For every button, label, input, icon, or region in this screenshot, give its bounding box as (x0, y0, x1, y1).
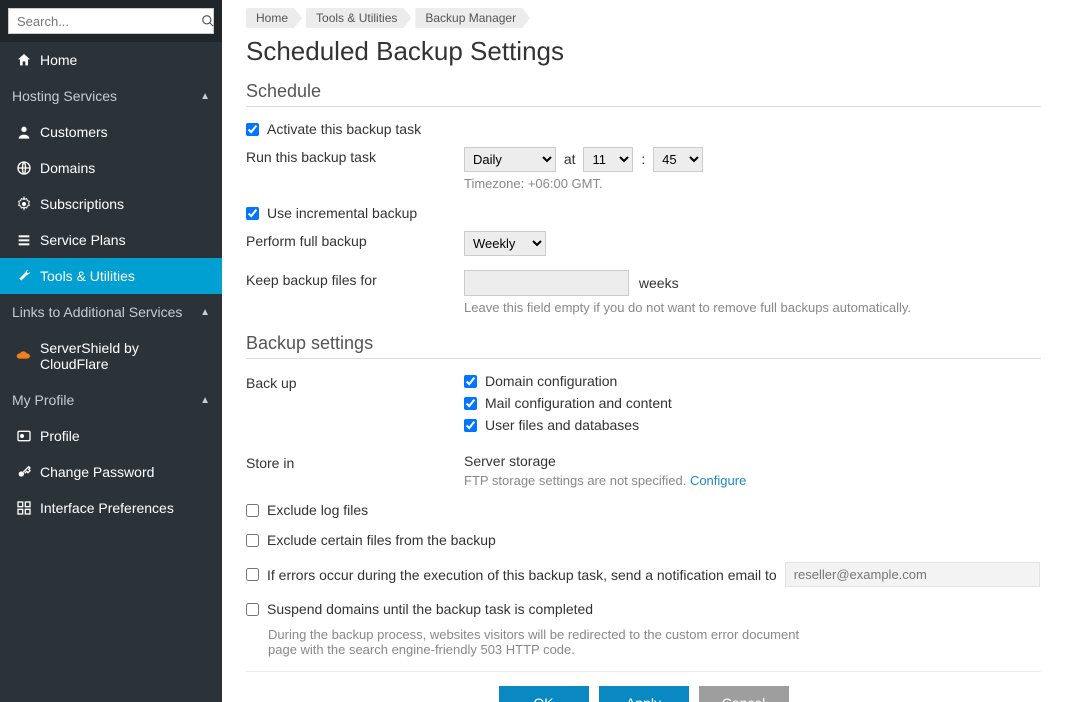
nav-section-hosting[interactable]: Hosting Services ▲ (0, 78, 222, 114)
nav-change-password[interactable]: Change Password (0, 454, 222, 490)
keep-weeks-input[interactable] (464, 270, 629, 296)
page-title: Scheduled Backup Settings (246, 36, 1041, 67)
exclude-log-checkbox[interactable] (246, 504, 259, 517)
nav-profile[interactable]: Profile (0, 418, 222, 454)
keep-label: Keep backup files for (246, 270, 464, 288)
nav-home-label: Home (40, 52, 210, 68)
timezone-hint: Timezone: +06:00 GMT. (464, 176, 1041, 191)
crumb-home[interactable]: Home (246, 8, 302, 28)
nav-section-links[interactable]: Links to Additional Services ▲ (0, 294, 222, 330)
breadcrumb: Home Tools & Utilities Backup Manager (246, 0, 1041, 34)
chevron-up-icon: ▲ (200, 91, 210, 102)
hour-select[interactable]: 11 (583, 147, 633, 172)
nav-subscriptions[interactable]: Subscriptions (0, 186, 222, 222)
search-input[interactable] (9, 14, 201, 29)
nav-interface-prefs[interactable]: Interface Preferences (0, 490, 222, 526)
configure-link[interactable]: Configure (690, 473, 746, 488)
full-backup-label: Perform full backup (246, 231, 464, 249)
store-label: Store in (246, 453, 464, 471)
ok-button[interactable]: OK (499, 686, 589, 702)
user-icon (16, 124, 32, 140)
search-icon (201, 14, 215, 28)
exclude-files-checkbox[interactable] (246, 534, 259, 547)
notify-email-input[interactable] (785, 562, 1040, 587)
main-content: Home Tools & Utilities Backup Manager Sc… (222, 0, 1065, 702)
store-value: Server storage (464, 453, 1041, 469)
globe-icon (16, 160, 32, 176)
minute-select[interactable]: 45 (653, 147, 703, 172)
chevron-up-icon: ▲ (200, 307, 210, 318)
section-backup-settings: Backup settings (246, 333, 1041, 359)
cloud-icon (16, 350, 32, 362)
notify-checkbox[interactable] (246, 568, 259, 581)
activate-label: Activate this backup task (267, 121, 421, 137)
section-schedule: Schedule (246, 81, 1041, 107)
backup-label: Back up (246, 373, 464, 391)
crumb-tools[interactable]: Tools & Utilities (306, 8, 411, 28)
exclude-files-label: Exclude certain files from the backup (267, 532, 496, 548)
chevron-up-icon: ▲ (200, 395, 210, 406)
cancel-button[interactable]: Cancel (699, 686, 789, 702)
nav-customers[interactable]: Customers (0, 114, 222, 150)
exclude-log-label: Exclude log files (267, 502, 368, 518)
crumb-backup[interactable]: Backup Manager (415, 8, 530, 28)
activate-checkbox[interactable] (246, 123, 259, 136)
key-icon (16, 464, 32, 480)
wrench-icon (16, 268, 32, 284)
nav-home[interactable]: Home (0, 42, 222, 78)
nav-servershield[interactable]: ServerShield by CloudFlare (0, 330, 222, 382)
frequency-select[interactable]: Daily (464, 147, 556, 172)
nav-section-profile[interactable]: My Profile ▲ (0, 382, 222, 418)
sidebar: Home Hosting Services ▲ Customers Domain… (0, 0, 222, 702)
suspend-checkbox[interactable] (246, 603, 259, 616)
user-files-checkbox[interactable] (464, 419, 477, 432)
full-frequency-select[interactable]: Weekly (464, 231, 546, 256)
apply-button[interactable]: Apply (599, 686, 689, 702)
nav-tools-utilities[interactable]: Tools & Utilities (0, 258, 222, 294)
id-icon (16, 428, 32, 444)
home-icon (16, 52, 32, 68)
keep-hint: Leave this field empty if you do not wan… (464, 300, 1041, 315)
notify-label: If errors occur during the execution of … (267, 567, 777, 583)
incremental-checkbox[interactable] (246, 207, 259, 220)
grid-icon (16, 500, 32, 516)
suspend-hint: During the backup process, websites visi… (268, 627, 808, 657)
list-icon (16, 232, 32, 248)
nav-domains[interactable]: Domains (0, 150, 222, 186)
mail-config-checkbox[interactable] (464, 397, 477, 410)
domain-config-checkbox[interactable] (464, 375, 477, 388)
incremental-label: Use incremental backup (267, 205, 417, 221)
search-box (8, 8, 214, 34)
suspend-label: Suspend domains until the backup task is… (267, 601, 593, 617)
gear-icon (16, 196, 32, 212)
run-task-label: Run this backup task (246, 147, 464, 165)
nav-service-plans[interactable]: Service Plans (0, 222, 222, 258)
search-button[interactable] (201, 14, 215, 28)
